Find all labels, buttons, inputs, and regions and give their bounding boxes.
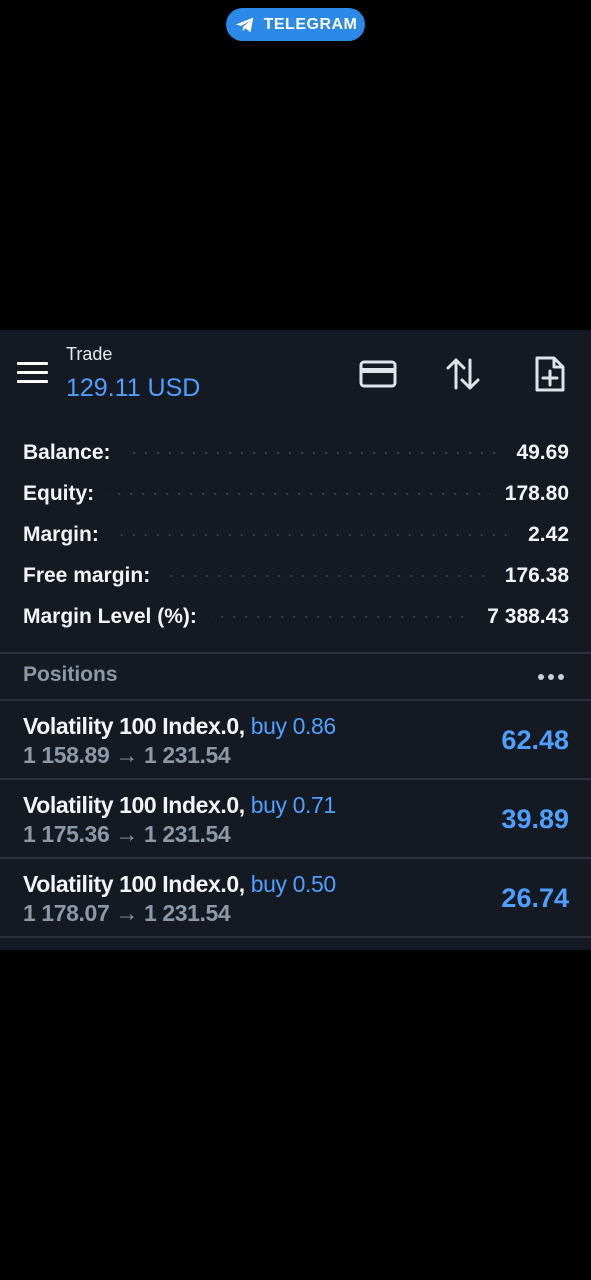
position-profit: 39.89	[501, 804, 569, 834]
equity-row-value: 178.80	[504, 482, 569, 505]
free-margin-value: 176.38	[504, 564, 569, 587]
new-order-icon	[535, 356, 565, 392]
telegram-label: TELEGRAM	[263, 15, 358, 33]
leader-dots	[164, 575, 491, 577]
equity-row: Equity: 178.80	[23, 479, 569, 509]
position-symbol-line: Volatility 100 Index.0, buy 0.71	[23, 792, 336, 819]
position-side: buy 0.71	[250, 792, 336, 818]
telegram-button[interactable]: TELEGRAM	[226, 8, 365, 41]
position-side: buy 0.50	[250, 871, 336, 897]
open-price: 1 178.07	[23, 900, 110, 926]
leader-dots	[210, 616, 474, 618]
open-price: 1 175.36	[23, 821, 110, 847]
leader-dots	[108, 493, 491, 495]
top-bar: Trade 129.11 USD	[0, 330, 591, 422]
open-price: 1 158.89	[23, 742, 110, 768]
position-row[interactable]: Volatility 100 Index.0, buy 0.50 1 178.0…	[0, 859, 591, 937]
position-prices: 1 158.89 → 1 231.54	[23, 742, 231, 769]
trade-panel: Trade 129.11 USD Balance: 49.69 Equity: …	[0, 330, 591, 950]
balance-value: 49.69	[516, 441, 569, 464]
position-symbol: Volatility 100 Index.0,	[23, 871, 245, 897]
balance-row: Balance: 49.69	[23, 438, 569, 468]
telegram-plane-icon	[235, 17, 253, 32]
margin-level-value: 7 388.43	[487, 605, 569, 628]
leader-dots	[124, 452, 503, 454]
margin-level-label: Margin Level (%):	[23, 605, 197, 628]
position-prices: 1 178.07 → 1 231.54	[23, 900, 231, 927]
arrow-icon: →	[115, 821, 138, 847]
margin-level-row: Margin Level (%): 7 388.43	[23, 602, 569, 632]
position-row[interactable]: Volatility 100 Index.0, buy 0.86 1 158.8…	[0, 701, 591, 779]
equity-label: Equity:	[23, 482, 95, 505]
position-symbol-line: Volatility 100 Index.0, buy 0.86	[23, 713, 336, 740]
free-margin-row: Free margin: 176.38	[23, 561, 569, 591]
arrow-icon: →	[115, 900, 138, 926]
balance-label: Balance:	[23, 441, 111, 464]
new-order-button[interactable]	[527, 352, 571, 396]
card-button[interactable]	[356, 352, 400, 396]
equity-value: 129.11 USD	[66, 374, 201, 402]
margin-row: Margin: 2.42	[23, 520, 569, 550]
current-price: 1 231.54	[143, 742, 231, 768]
position-profit: 62.48	[501, 725, 569, 755]
free-margin-label: Free margin:	[23, 564, 151, 587]
position-symbol-line: Volatility 100 Index.0, buy 0.50	[23, 871, 336, 898]
position-profit: 26.74	[501, 883, 569, 913]
divider	[0, 652, 591, 654]
sort-button[interactable]	[441, 352, 485, 396]
card-icon	[359, 360, 397, 388]
page-title: Trade	[66, 344, 113, 364]
current-price: 1 231.54	[143, 821, 231, 847]
position-symbol: Volatility 100 Index.0,	[23, 792, 245, 818]
menu-icon[interactable]	[17, 362, 48, 386]
arrow-icon: →	[115, 742, 138, 768]
position-side: buy 0.86	[250, 713, 336, 739]
margin-value: 2.42	[528, 523, 569, 546]
position-prices: 1 175.36 → 1 231.54	[23, 821, 231, 848]
margin-label: Margin:	[23, 523, 99, 546]
more-options-icon[interactable]	[538, 674, 568, 682]
positions-header: Positions	[23, 663, 118, 686]
divider	[0, 936, 591, 938]
position-row[interactable]: Volatility 100 Index.0, buy 0.71 1 175.3…	[0, 780, 591, 858]
leader-dots	[112, 534, 515, 536]
position-symbol: Volatility 100 Index.0,	[23, 713, 245, 739]
current-price: 1 231.54	[143, 900, 231, 926]
sort-icon	[446, 358, 480, 390]
